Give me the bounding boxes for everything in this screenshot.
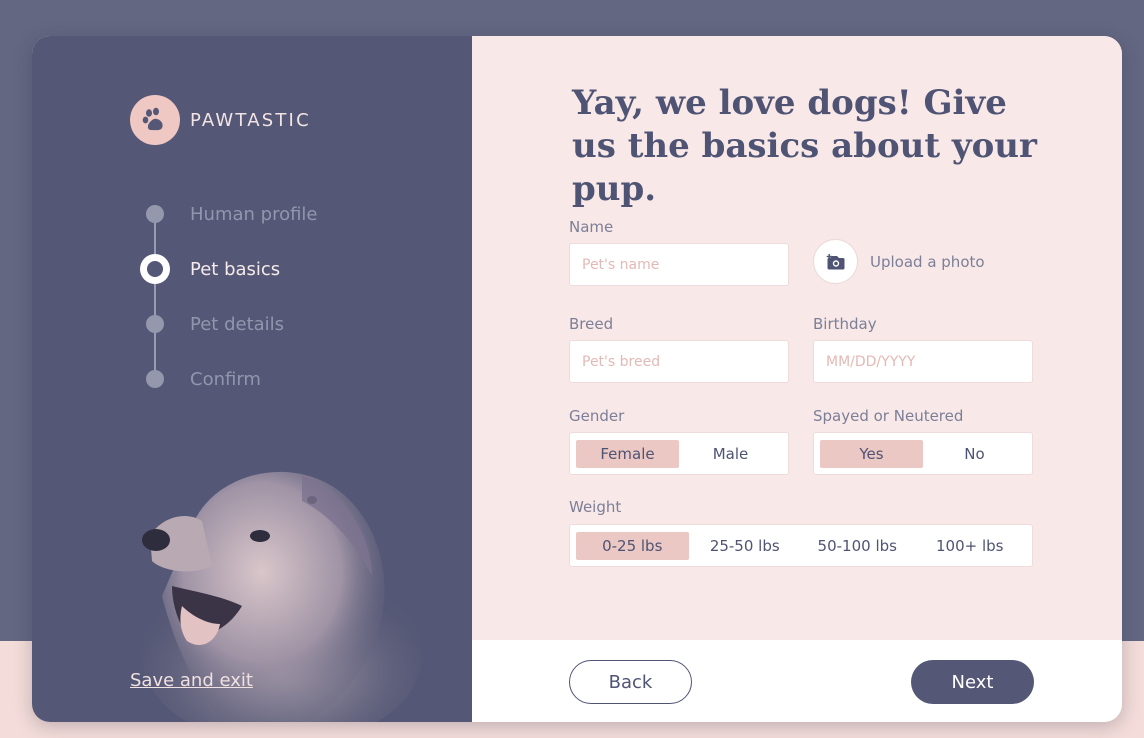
step-dot-active: [140, 254, 170, 284]
save-and-exit-link[interactable]: Save and exit: [130, 670, 253, 691]
next-button[interactable]: Next: [911, 660, 1034, 704]
onboarding-card: PAWTASTIC Human profile Pet basics Pet d…: [32, 36, 1122, 722]
weight-toggle: 0-25 lbs 25-50 lbs 50-100 lbs 100+ lbs: [569, 524, 1033, 567]
birthday-label: Birthday: [813, 315, 877, 333]
pet-breed-input[interactable]: [569, 340, 789, 383]
step-dot: [146, 205, 164, 223]
upload-photo-button[interactable]: [813, 239, 858, 284]
gender-option-male[interactable]: Male: [679, 440, 782, 468]
spayed-neutered-label: Spayed or Neutered: [813, 407, 964, 425]
step-label: Human profile: [190, 203, 318, 225]
form-panel: Yay, we love dogs! Give us the basics ab…: [472, 36, 1122, 722]
spayed-neutered-toggle: Yes No: [813, 432, 1033, 475]
step-label: Confirm: [190, 368, 261, 390]
gender-option-female[interactable]: Female: [576, 439, 679, 468]
breed-label: Breed: [569, 315, 614, 333]
gender-label: Gender: [569, 407, 625, 425]
paw-logo-icon: [130, 95, 180, 145]
stepper-line: [154, 214, 156, 378]
step-dot: [146, 315, 164, 333]
weight-option-25-50[interactable]: 25-50 lbs: [689, 532, 802, 560]
step-dot: [146, 370, 164, 388]
brand-name: PAWTASTIC: [190, 110, 311, 131]
sidebar-panel: PAWTASTIC Human profile Pet basics Pet d…: [32, 36, 472, 722]
form-footer: Back Next: [472, 640, 1122, 722]
camera-plus-icon: [826, 253, 844, 269]
name-label: Name: [569, 218, 614, 236]
upload-photo-label[interactable]: Upload a photo: [870, 253, 985, 271]
birthday-input[interactable]: [813, 340, 1033, 383]
spayed-option-no[interactable]: No: [923, 440, 1026, 468]
weight-option-50-100[interactable]: 50-100 lbs: [801, 532, 914, 560]
weight-option-0-25[interactable]: 0-25 lbs: [576, 531, 689, 560]
step-label: Pet basics: [190, 258, 281, 280]
pet-name-input[interactable]: [569, 243, 789, 286]
step-label: Pet details: [190, 313, 285, 335]
weight-label: Weight: [569, 498, 622, 516]
back-button[interactable]: Back: [569, 660, 692, 704]
gender-toggle: Female Male: [569, 432, 789, 475]
page-title: Yay, we love dogs! Give us the basics ab…: [572, 83, 1037, 209]
spayed-option-yes[interactable]: Yes: [820, 439, 923, 468]
weight-option-100-plus[interactable]: 100+ lbs: [914, 532, 1027, 560]
